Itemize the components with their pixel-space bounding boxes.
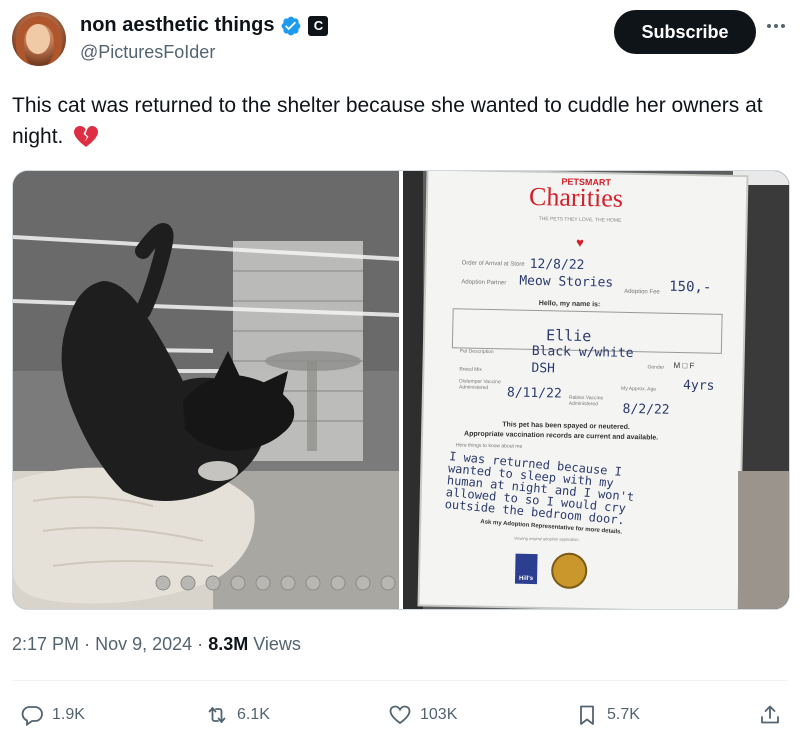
- heart-icon: [389, 705, 411, 725]
- spay-line-1: This pet has been spayed or neutered.: [502, 421, 630, 431]
- adoption-fee-value: 150,-: [669, 278, 712, 296]
- media-grid[interactable]: PETSMART Charities THE PETS THEY LOVE, T…: [12, 170, 790, 610]
- small-print: Viewing original adoption application.: [513, 535, 580, 542]
- photo-adoption-card[interactable]: PETSMART Charities THE PETS THEY LOVE, T…: [403, 171, 789, 609]
- affiliate-badge-icon[interactable]: C: [308, 15, 329, 36]
- reply-button[interactable]: 1.9K: [20, 695, 85, 735]
- order-arrival-label: Order of Arrival at Store: [461, 260, 525, 268]
- reply-count: 1.9K: [52, 706, 85, 723]
- reply-icon: [21, 706, 43, 727]
- avatar[interactable]: [12, 12, 66, 66]
- bookmark-button[interactable]: 5.7K: [575, 695, 640, 735]
- approx-age-label: My Approx. Age: [620, 385, 657, 393]
- pet-name: Ellie: [545, 326, 592, 346]
- bookmark-count: 5.7K: [607, 706, 640, 723]
- more-horizontal-icon[interactable]: [764, 18, 788, 42]
- meta-separator: ·: [197, 634, 204, 654]
- photo-cat[interactable]: [13, 171, 399, 609]
- bookmark-icon: [580, 705, 594, 725]
- spay-line-2: Appropriate vaccination records are curr…: [463, 430, 659, 442]
- card-brand-title: Charities: [528, 181, 624, 213]
- pet-description-label: Pet Description: [459, 348, 494, 356]
- rabies-label: Rabies Vaccine Administered: [568, 394, 604, 408]
- views-label: Views: [253, 634, 301, 654]
- rabies-value: 8/2/22: [622, 401, 670, 418]
- repost-button[interactable]: 6.1K: [205, 695, 270, 735]
- action-bar: 1.9K 6.1K 103K 5.7K: [0, 695, 800, 735]
- hello-label: Hello, my name is:: [538, 300, 601, 309]
- avatar-face: [26, 24, 50, 54]
- like-button[interactable]: 103K: [388, 695, 457, 735]
- subscribe-button[interactable]: Subscribe: [614, 10, 756, 54]
- tweet-time[interactable]: 2:17 PM: [12, 634, 79, 654]
- pet-description-value: Black w/white: [531, 343, 634, 362]
- share-button[interactable]: [758, 695, 782, 735]
- repost-count: 6.1K: [237, 706, 270, 723]
- divider: [12, 680, 788, 681]
- gender-options: M □ F: [673, 360, 695, 371]
- display-name[interactable]: non aesthetic things: [80, 14, 274, 37]
- adoption-fee-label: Adoption Fee: [624, 288, 660, 296]
- order-arrival-value: 12/8/22: [529, 256, 585, 274]
- adoption-card: PETSMART Charities THE PETS THEY LOVE, T…: [422, 171, 743, 609]
- heart-logo-icon: ♥: [575, 234, 584, 250]
- tweet-header: non aesthetic things C @PicturesFoIder S…: [12, 10, 788, 70]
- card-tagline: THE PETS THEY LOVE, THE HOME: [538, 216, 622, 224]
- meta-separator: ·: [84, 634, 91, 654]
- cat-photo-illustration: [13, 171, 399, 609]
- distemper-value: 8/11/22: [506, 385, 562, 402]
- more-dots-icon: [767, 24, 785, 28]
- name-row: non aesthetic things C: [80, 14, 329, 37]
- like-count: 103K: [420, 706, 458, 723]
- adoption-partner-label: Adoption Partner: [461, 279, 507, 287]
- breed-label: Breed Mix: [459, 366, 482, 373]
- sponsor-seal-logo: [550, 552, 588, 590]
- views-count: 8.3M: [208, 634, 249, 654]
- repost-icon: [208, 707, 226, 723]
- tweet-date[interactable]: Nov 9, 2024: [95, 634, 192, 654]
- tweet-text: This cat was returned to the shelter bec…: [12, 90, 788, 152]
- broken-heart-icon: [74, 126, 99, 148]
- approx-age-value: 4yrs: [682, 378, 715, 394]
- tweet-meta: 2:17 PM · Nov 9, 2024 · 8.3M Views: [12, 634, 301, 655]
- gender-label: Gender: [647, 364, 665, 371]
- breed-value: DSH: [531, 360, 556, 377]
- adoption-partner-value: Meow Stories: [519, 273, 614, 291]
- hills-logo: Hill's: [514, 553, 538, 585]
- tweet-body: This cat was returned to the shelter bec…: [12, 94, 763, 148]
- distemper-label: Distemper Vaccine Administered: [458, 378, 501, 392]
- handle[interactable]: @PicturesFoIder: [80, 42, 215, 63]
- share-icon: [761, 705, 779, 724]
- know-label: Here things to know about me: [455, 442, 523, 450]
- verified-badge-icon[interactable]: [280, 15, 302, 37]
